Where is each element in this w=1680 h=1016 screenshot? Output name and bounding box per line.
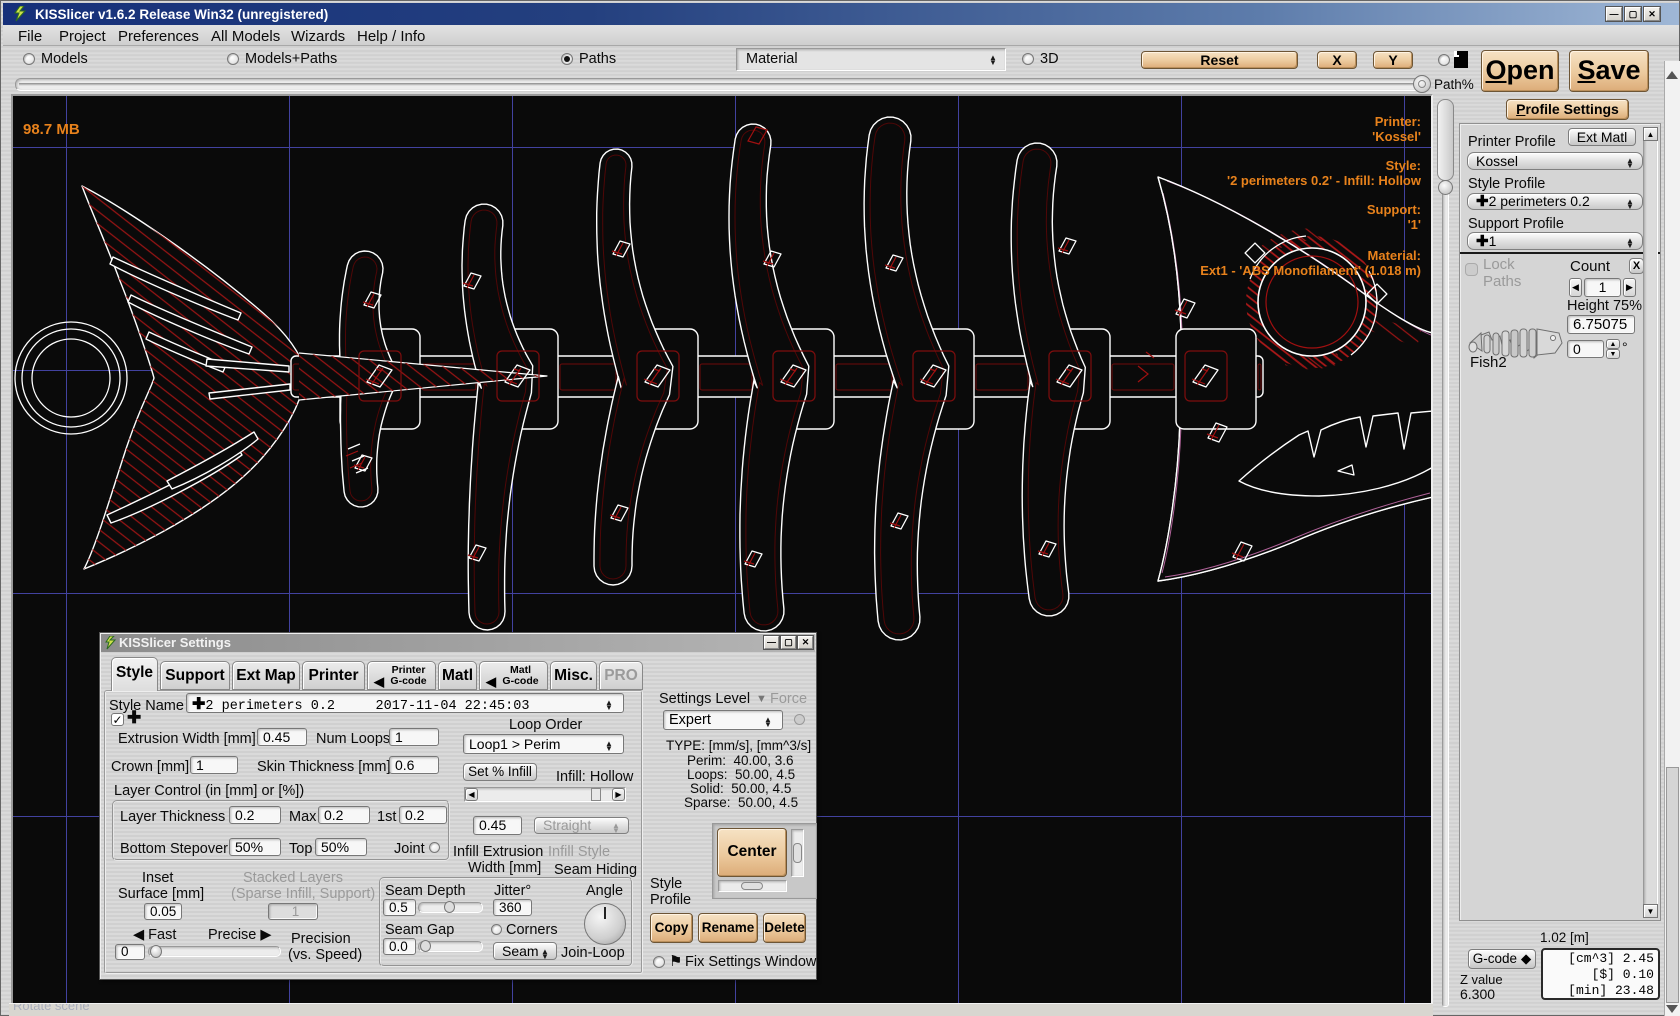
svg-text:'1': '1'	[1408, 217, 1421, 232]
svg-text:'Kossel': 'Kossel'	[1372, 129, 1421, 144]
svg-text:Support:: Support:	[1367, 202, 1421, 217]
svg-text:98.7 MB: 98.7 MB	[23, 121, 80, 138]
svg-text:Ext1 - 'ABS Monofilament' (1.0: Ext1 - 'ABS Monofilament' (1.018 m)	[1200, 263, 1421, 278]
svg-text:'2 perimeters 0.2' - Infill: H: '2 perimeters 0.2' - Infill: Hollow	[1227, 173, 1422, 188]
svg-text:Printer:: Printer:	[1375, 114, 1421, 129]
svg-text:Style:: Style:	[1386, 158, 1421, 173]
svg-text:Material:: Material:	[1368, 248, 1421, 263]
